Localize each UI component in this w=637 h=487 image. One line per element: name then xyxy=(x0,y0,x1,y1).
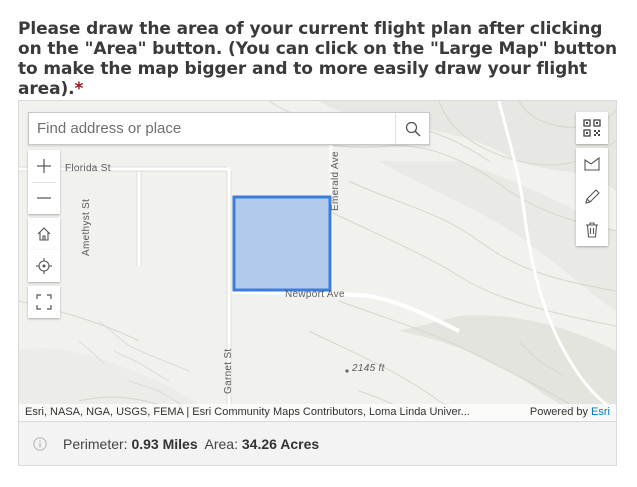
esri-link[interactable]: Esri xyxy=(591,406,610,418)
road-label-florida: Florida St xyxy=(65,163,111,174)
home-icon xyxy=(37,227,51,241)
search-input[interactable] xyxy=(29,113,413,144)
required-mark: * xyxy=(74,79,84,99)
trash-icon xyxy=(586,222,598,238)
search-icon xyxy=(405,121,421,137)
zoom-in-button[interactable] xyxy=(28,150,60,182)
question-body: Please draw the area of your current fli… xyxy=(18,19,618,99)
road-label-emerald: Emerald Ave xyxy=(330,151,341,211)
area-value: 34.26 Acres xyxy=(241,436,320,452)
area-tool-button[interactable] xyxy=(576,148,608,180)
basemap-gallery-button[interactable] xyxy=(576,112,608,144)
search-widget xyxy=(28,112,430,145)
pencil-icon xyxy=(585,189,600,204)
polygon-icon xyxy=(584,156,600,171)
home-button[interactable] xyxy=(28,218,60,250)
zoom-out-button[interactable] xyxy=(28,182,60,214)
map-widget: Florida St Amethyst St Emerald Ave Newpo… xyxy=(18,100,617,466)
area-label: Area: xyxy=(204,436,238,452)
perimeter-value: 0.93 Miles xyxy=(131,436,198,452)
sketch-tools xyxy=(576,148,608,246)
attribution-text[interactable]: Esri, NASA, NGA, USGS, FEMA | Esri Commu… xyxy=(25,404,470,421)
edit-tool-button[interactable] xyxy=(576,181,608,213)
locate-button[interactable] xyxy=(28,250,60,282)
zoom-controls xyxy=(28,150,60,214)
map-terrain xyxy=(19,101,616,421)
map-attribution: Esri, NASA, NGA, USGS, FEMA | Esri Commu… xyxy=(19,404,616,421)
info-icon xyxy=(33,437,47,451)
fullscreen-icon xyxy=(36,294,52,310)
perimeter-label: Perimeter: xyxy=(63,436,128,452)
plus-icon xyxy=(37,159,51,173)
powered-by: Powered by Esri xyxy=(530,404,610,421)
measurement-footer: Perimeter: 0.93 Miles Area: 34.26 Acres xyxy=(19,421,616,465)
map-canvas[interactable]: Florida St Amethyst St Emerald Ave Newpo… xyxy=(19,101,616,421)
minus-icon xyxy=(37,197,51,199)
drawn-area-polygon xyxy=(232,195,332,292)
powered-by-label: Powered by xyxy=(529,406,592,418)
road-label-garnet: Garnet St xyxy=(223,348,234,395)
search-button[interactable] xyxy=(395,113,429,144)
measurement-text: Perimeter: 0.93 Miles Area: 34.26 Acres xyxy=(63,436,319,452)
fullscreen-button[interactable] xyxy=(28,286,60,318)
road-label-newport: Newport Ave xyxy=(285,289,345,300)
locate-icon xyxy=(36,258,52,274)
question-text: Please draw the area of your current fli… xyxy=(18,19,618,99)
qr-grid-icon xyxy=(583,119,601,137)
delete-tool-button[interactable] xyxy=(576,214,608,246)
elevation-label: 2145 ft xyxy=(352,363,385,374)
road-label-amethyst: Amethyst St xyxy=(81,198,92,256)
